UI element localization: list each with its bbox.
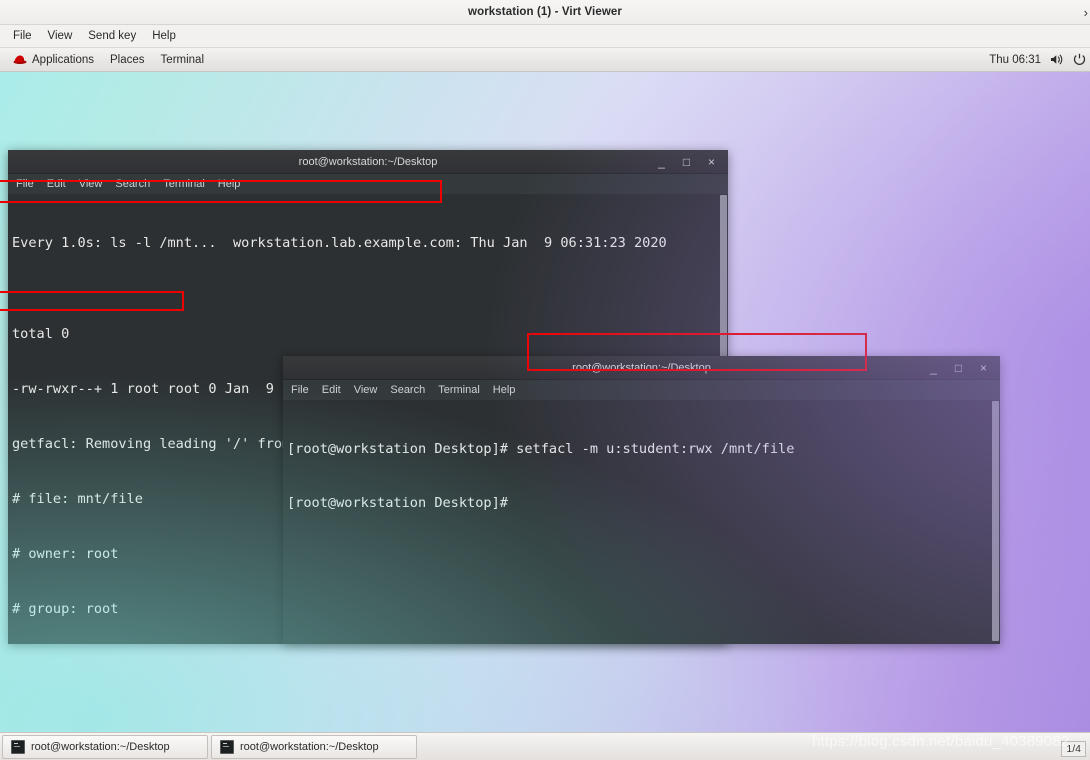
menu-item-view[interactable]: View (40, 28, 81, 44)
terminal-two-window-controls: _ □ × (921, 356, 996, 380)
close-button[interactable]: × (699, 150, 724, 174)
gnome-menu-places-label: Places (110, 53, 145, 66)
terminal-two-menu-file[interactable]: File (291, 383, 317, 397)
maximize-button[interactable]: □ (674, 150, 699, 174)
terminal-one-titlebar[interactable]: root@workstation:~/Desktop _ □ × (8, 150, 728, 174)
virt-viewer-title: workstation (1) - Virt Viewer (468, 6, 622, 18)
terminal-one-menu-edit[interactable]: Edit (47, 177, 74, 191)
terminal-one-title: root@workstation:~/Desktop (298, 155, 438, 168)
terminal-two-menu-search[interactable]: Search (390, 383, 433, 397)
terminal-icon (220, 739, 234, 754)
taskbar-item-label: root@workstation:~/Desktop (240, 740, 379, 753)
maximize-button[interactable]: □ (946, 356, 971, 380)
terminal-one-menu-file[interactable]: File (16, 177, 42, 191)
terminal-two-titlebar[interactable]: root@workstation:~/Desktop _ □ × (283, 356, 1000, 380)
terminal-two-menu-view[interactable]: View (354, 383, 386, 397)
terminal-one-menu-search[interactable]: Search (115, 177, 158, 191)
volume-icon[interactable] (1050, 53, 1064, 66)
terminal-one-menu-view[interactable]: View (79, 177, 111, 191)
gnome-menu-terminal[interactable]: Terminal (153, 52, 212, 68)
terminal-two-menu-help[interactable]: Help (493, 383, 524, 397)
gnome-menu-terminal-label: Terminal (160, 53, 205, 66)
gnome-panel-left-group: Applications Places Terminal (0, 52, 212, 68)
terminal-two-output[interactable]: [root@workstation Desktop]# setfacl -m u… (283, 401, 1000, 644)
gnome-panel-right-group: Thu 06:31 (989, 53, 1086, 66)
desktop-wallpaper[interactable]: root@workstation:~/Desktop _ □ × File Ed… (0, 72, 1090, 732)
virt-viewer-menubar: File View Send key Help (0, 25, 1090, 48)
virt-viewer-overflow[interactable]: › (1084, 0, 1088, 25)
power-icon[interactable] (1073, 53, 1086, 66)
clock[interactable]: Thu 06:31 (989, 54, 1041, 66)
terminal-two-menubar: File Edit View Search Terminal Help (283, 380, 1000, 401)
taskbar-item-terminal-two[interactable]: root@workstation:~/Desktop (211, 734, 417, 759)
workspace-indicator[interactable]: 1/4 (1061, 741, 1086, 757)
terminal-two-scrollbar-thumb[interactable] (992, 401, 999, 641)
menu-item-help[interactable]: Help (144, 28, 184, 44)
redhat-logo-icon (13, 55, 27, 64)
terminal-two-line: [root@workstation Desktop]# (287, 495, 517, 512)
terminal-two-menu-terminal[interactable]: Terminal (438, 383, 488, 397)
chevron-right-icon[interactable]: › (1084, 5, 1088, 20)
terminal-two-title: root@workstation:~/Desktop (572, 361, 711, 374)
terminal-window-two[interactable]: root@workstation:~/Desktop _ □ × File Ed… (283, 356, 1000, 644)
minimize-button[interactable]: _ (921, 356, 946, 380)
gnome-menu-places[interactable]: Places (102, 52, 153, 68)
terminal-icon (11, 739, 25, 754)
terminal-one-scrollbar-thumb[interactable] (720, 195, 727, 383)
taskbar-item-terminal-one[interactable]: root@workstation:~/Desktop (2, 734, 208, 759)
close-button[interactable]: × (971, 356, 996, 380)
virt-viewer-titlebar: workstation (1) - Virt Viewer › (0, 0, 1090, 25)
terminal-two-menu-edit[interactable]: Edit (322, 383, 349, 397)
terminal-one-menu-help[interactable]: Help (218, 177, 249, 191)
gnome-menu-applications[interactable]: Applications (4, 52, 102, 68)
gnome-menu-applications-label: Applications (32, 53, 95, 66)
terminal-two-line: [root@workstation Desktop]# setfacl -m u… (287, 440, 795, 457)
taskbar-item-label: root@workstation:~/Desktop (31, 740, 170, 753)
minimize-button[interactable]: _ (649, 150, 674, 174)
menu-item-sendkey[interactable]: Send key (80, 28, 144, 44)
terminal-two-scrollbar[interactable] (991, 401, 1000, 644)
terminal-one-line: total 0 (12, 326, 70, 343)
terminal-one-window-controls: _ □ × (649, 150, 724, 174)
window-list-taskbar: root@workstation:~/Desktop root@workstat… (0, 732, 1090, 760)
menu-item-file[interactable]: File (5, 28, 40, 44)
terminal-one-menu-terminal[interactable]: Terminal (163, 177, 213, 191)
terminal-one-line: Every 1.0s: ls -l /mnt... workstation.la… (12, 234, 667, 251)
gnome-top-panel: Applications Places Terminal Thu 06:31 (0, 48, 1090, 72)
terminal-one-menubar: File Edit View Search Terminal Help (8, 174, 728, 195)
